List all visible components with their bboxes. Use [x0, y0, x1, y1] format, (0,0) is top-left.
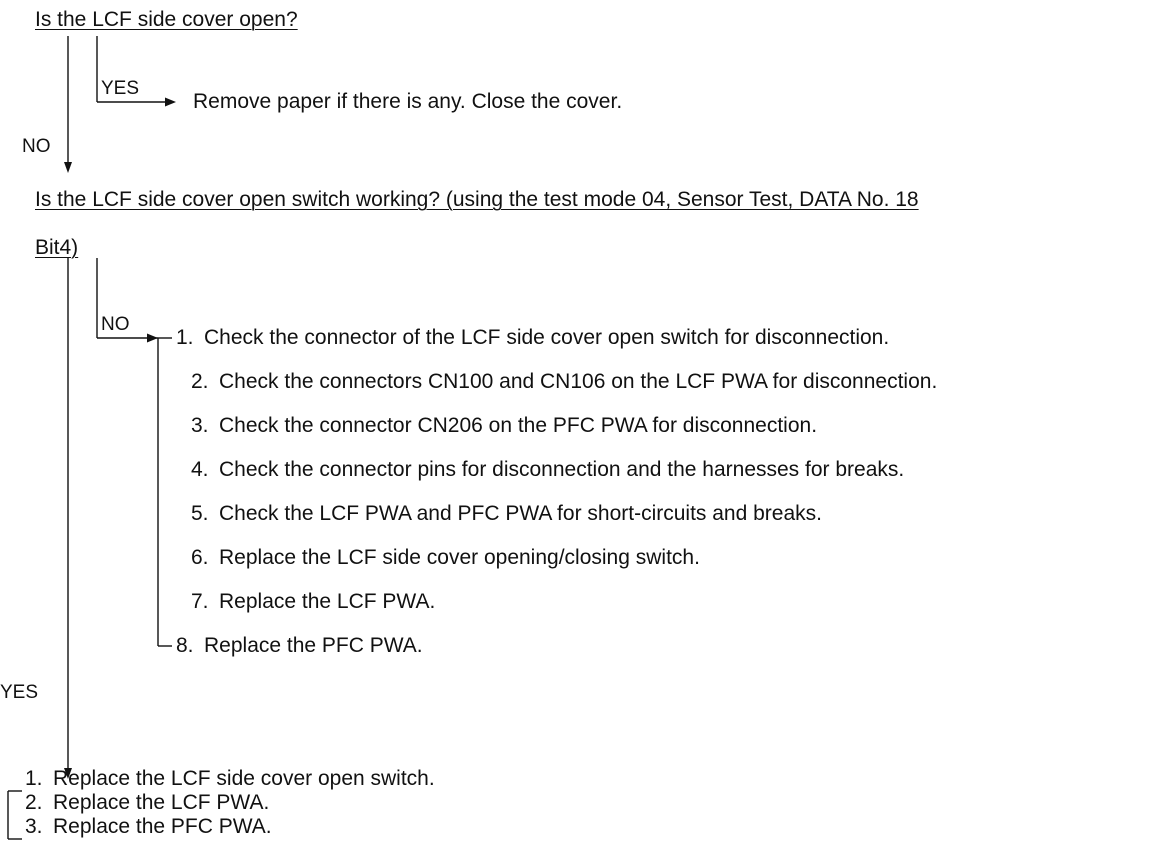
- list-item: 4. Check the connector pins for disconnec…: [191, 458, 905, 481]
- arrowhead-right: [165, 97, 176, 107]
- list-item: 3. Replace the PFC PWA.: [25, 815, 272, 838]
- arrowhead-down: [64, 162, 72, 173]
- branch-label-yes: YES: [101, 78, 140, 99]
- branch-label-no: NO: [101, 314, 130, 335]
- list-item: 6. Replace the LCF side cover opening/clo…: [191, 546, 700, 569]
- action-remove-paper: Remove paper if there is any. Close the …: [193, 90, 623, 113]
- question-lcf-side-cover-open: Is the LCF side cover open?: [35, 8, 298, 31]
- list-item: 2. Check the connectors CN100 and CN106 o…: [191, 370, 938, 393]
- list-item: 2. Replace the LCF PWA.: [25, 791, 270, 814]
- list-item: 1. Replace the LCF side cover open switch…: [25, 767, 435, 790]
- list-item: 1. Check the connector of the LCF side co…: [176, 326, 890, 349]
- list-item: 5. Check the LCF PWA and PFC PWA for shor…: [191, 502, 822, 525]
- branch-label-yes: YES: [0, 682, 39, 703]
- list-item: 8. Replace the PFC PWA.: [176, 634, 423, 657]
- question-switch-working-line2: Bit4): [35, 236, 79, 259]
- list-item: 3. Check the connector CN206 on the PFC P…: [191, 414, 818, 437]
- branch-label-no: NO: [22, 136, 51, 157]
- arrowhead-right: [147, 333, 158, 343]
- question-switch-working-line1: Is the LCF side cover open switch workin…: [35, 188, 919, 211]
- list-item: 7. Replace the LCF PWA.: [191, 590, 436, 613]
